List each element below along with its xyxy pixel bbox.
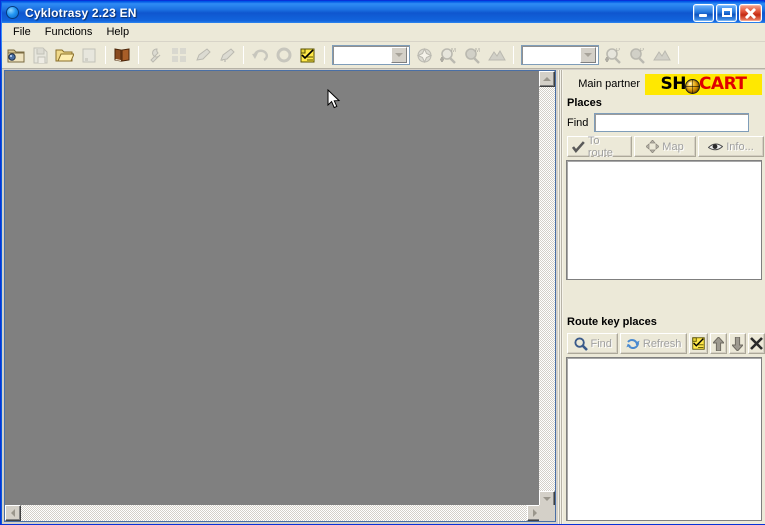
terrain-m-icon[interactable] <box>485 44 508 66</box>
side-panel: Main partner SH CART Places Find To rout… <box>558 70 765 524</box>
eye-icon <box>708 143 724 150</box>
minimize-button[interactable] <box>693 4 714 22</box>
checklist-icon <box>692 337 705 350</box>
toolbar-separator-4 <box>324 46 325 64</box>
route-checklist-button[interactable] <box>688 333 708 354</box>
zoom-in-p-icon[interactable]: P <box>602 44 625 66</box>
places-find-label: Find <box>567 116 589 129</box>
open-folder-icon[interactable] <box>53 44 76 66</box>
shocart-logo[interactable]: SH CART <box>645 73 762 95</box>
close-document-icon[interactable] <box>77 44 100 66</box>
toolbar-separator-5 <box>513 46 514 64</box>
svg-text:P: P <box>640 48 644 54</box>
pencil-icon[interactable] <box>191 44 214 66</box>
window-controls <box>693 4 762 22</box>
maximize-button[interactable] <box>716 4 737 22</box>
map-vertical-scrollbar[interactable] <box>539 71 555 507</box>
scroll-left-button[interactable] <box>5 505 21 521</box>
toolbar-separator-2 <box>138 46 139 64</box>
main-toolbar: M M P P <box>2 42 765 69</box>
scrollbar-corner <box>539 505 555 521</box>
toolbar-separator-1 <box>105 46 106 64</box>
circle-icon[interactable] <box>272 44 295 66</box>
logo-globe-icon <box>684 78 700 94</box>
menu-help[interactable]: Help <box>99 24 136 40</box>
map-scale-combo[interactable] <box>332 45 410 65</box>
route-find-button[interactable]: Find <box>567 333 619 354</box>
svg-text:M: M <box>475 48 480 54</box>
close-button[interactable] <box>739 4 762 22</box>
refresh-icon <box>626 338 640 349</box>
info-label: Info... <box>726 140 754 153</box>
arrow-down-icon <box>731 336 743 351</box>
arrow-up-icon <box>712 336 724 351</box>
zoom-out-p-icon[interactable]: P <box>626 44 649 66</box>
new-document-icon[interactable] <box>5 44 28 66</box>
info-button[interactable]: Info... <box>698 136 764 157</box>
terrain-p-icon[interactable] <box>650 44 673 66</box>
grid-icon[interactable] <box>167 44 190 66</box>
partner-row: Main partner SH CART <box>563 73 765 95</box>
book-icon[interactable] <box>110 44 133 66</box>
window-title: Cyklotrasy 2.23 EN <box>25 5 137 20</box>
map-canvas[interactable] <box>5 71 543 507</box>
magnifier-icon <box>573 336 588 351</box>
route-delete-button[interactable] <box>747 333 765 354</box>
logo-text-right: CART <box>698 73 747 94</box>
undo-icon[interactable] <box>248 44 271 66</box>
logo-text-left: SH <box>660 73 686 94</box>
map-label: Map <box>662 140 684 153</box>
route-key-places-title: Route key places <box>567 316 657 328</box>
toolbar-separator-6 <box>678 46 679 64</box>
toolbar-separator-3 <box>243 46 244 64</box>
route-key-places-button-row: Find Refresh <box>564 333 765 354</box>
map-horizontal-scrollbar[interactable] <box>5 505 543 521</box>
plan-scale-combo[interactable] <box>521 45 599 65</box>
checklist-icon[interactable] <box>296 44 319 66</box>
application-window: Cyklotrasy 2.23 EN File Functions Help M… <box>0 0 765 525</box>
route-key-places-list[interactable] <box>566 357 762 521</box>
menu-bar: File Functions Help <box>2 23 765 42</box>
to-route-button[interactable]: To route <box>567 134 632 159</box>
places-button-row: To route Map Info... <box>564 134 765 159</box>
zoom-out-m-icon[interactable]: M <box>461 44 484 66</box>
to-route-label: To route <box>587 134 613 159</box>
save-document-icon[interactable] <box>29 44 52 66</box>
places-find-input[interactable] <box>594 113 750 132</box>
chevron-down-icon[interactable] <box>391 47 407 63</box>
compass-icon[interactable] <box>413 44 436 66</box>
places-section-title: Places <box>567 97 602 109</box>
eraser-icon[interactable] <box>215 44 238 66</box>
route-refresh-button[interactable]: Refresh <box>620 333 687 354</box>
side-panel-content: Main partner SH CART Places Find To rout… <box>563 70 765 524</box>
partner-label: Main partner <box>578 78 640 90</box>
check-icon <box>572 140 585 153</box>
scroll-up-button[interactable] <box>539 71 555 87</box>
route-find-label: Find <box>590 337 612 350</box>
menu-file[interactable]: File <box>6 24 38 40</box>
menu-functions[interactable]: Functions <box>38 24 100 40</box>
globe-icon <box>5 5 21 21</box>
map-frame <box>4 70 556 522</box>
places-list[interactable] <box>566 160 762 280</box>
wrench-icon[interactable] <box>143 44 166 66</box>
map-area <box>2 70 558 524</box>
client-area: File Functions Help M M P P Main partner… <box>2 23 765 524</box>
close-x-icon <box>750 337 763 350</box>
zoom-in-m-icon[interactable]: M <box>437 44 460 66</box>
map-button[interactable]: Map <box>634 136 696 157</box>
svg-text:M: M <box>451 48 456 54</box>
places-find-row: Find <box>563 113 765 132</box>
route-move-down-button[interactable] <box>728 333 746 354</box>
route-move-up-button[interactable] <box>709 333 727 354</box>
svg-text:P: P <box>616 48 620 54</box>
route-refresh-label: Refresh <box>642 337 682 350</box>
title-bar: Cyklotrasy 2.23 EN <box>2 2 765 23</box>
chevron-down-icon[interactable] <box>580 47 596 63</box>
move-arrows-icon <box>646 140 660 153</box>
